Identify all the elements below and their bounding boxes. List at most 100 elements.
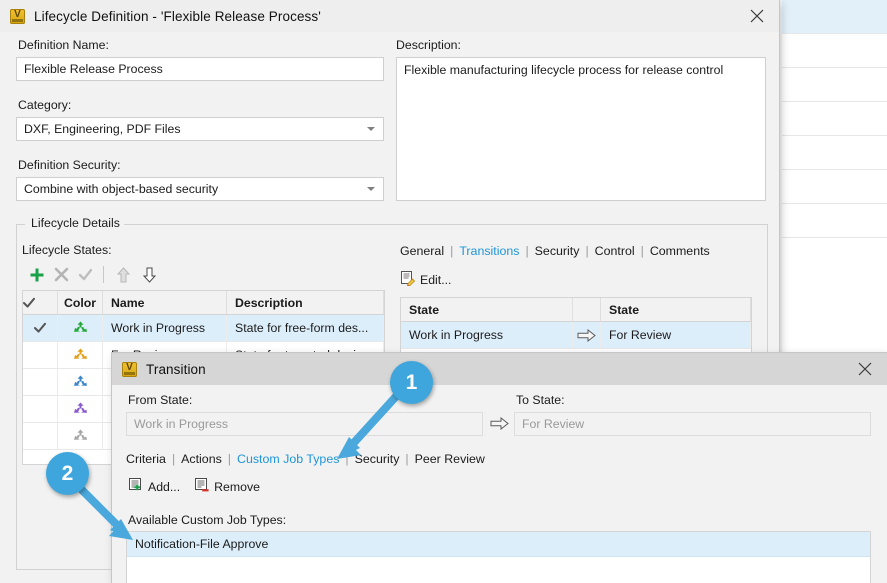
- state-color-icon: [58, 315, 103, 341]
- add-state-button[interactable]: [25, 267, 49, 283]
- chevron-down-icon: [367, 187, 375, 191]
- row-check-icon[interactable]: [23, 342, 58, 368]
- lifecycle-dialog-titlebar[interactable]: Lifecycle Definition - 'Flexible Release…: [0, 0, 779, 32]
- from-state-input[interactable]: Work in Progress: [126, 412, 483, 436]
- right-arrow-icon: [573, 322, 601, 348]
- callout-badge-1: 1: [390, 361, 433, 404]
- to-state-input[interactable]: For Review: [514, 412, 871, 436]
- lifecycle-dialog-title: Lifecycle Definition - 'Flexible Release…: [34, 8, 321, 24]
- category-label: Category:: [18, 98, 72, 112]
- transitions-table-header: State State: [401, 298, 751, 322]
- right-arrow-icon: [490, 416, 509, 433]
- callout-number: 2: [61, 461, 74, 485]
- custom-job-types-toolbar: Add... Remove: [128, 477, 274, 496]
- from-state-value: Work in Progress: [134, 417, 229, 431]
- transition-to-state: For Review: [601, 322, 751, 348]
- edit-button-label: Edit...: [420, 272, 452, 287]
- add-button-label: Add...: [148, 479, 181, 494]
- tab-actions[interactable]: Actions: [181, 452, 222, 466]
- tab-control[interactable]: Control: [595, 244, 635, 258]
- remove-custom-job-type-button[interactable]: Remove: [194, 477, 260, 496]
- state-color-icon: [58, 423, 103, 449]
- state-name: Work in Progress: [103, 315, 227, 341]
- tab-general[interactable]: General: [400, 244, 444, 258]
- tab-security[interactable]: Security: [355, 452, 400, 466]
- remove-button-label: Remove: [214, 479, 260, 494]
- add-custom-job-type-button[interactable]: Add...: [128, 477, 180, 496]
- transition-dialog-title: Transition: [146, 361, 206, 377]
- row-check-icon[interactable]: [23, 369, 58, 395]
- description-textarea[interactable]: Flexible manufacturing lifecycle process…: [396, 57, 766, 201]
- column-header-arrow: [573, 298, 601, 321]
- edit-document-icon: [400, 270, 416, 289]
- tab-separator: |: [525, 244, 529, 258]
- column-header-from-state: State: [401, 298, 573, 321]
- column-header-name: Name: [103, 291, 227, 314]
- to-state-label: To State:: [516, 393, 565, 407]
- description-label: Description:: [396, 38, 461, 52]
- add-list-icon: [128, 477, 144, 496]
- tab-separator: |: [405, 452, 409, 466]
- edit-transition-button[interactable]: Edit...: [400, 270, 451, 289]
- transition-dialog: Transition From State: Work in Progress …: [112, 353, 887, 583]
- category-value: DXF, Engineering, PDF Files: [24, 122, 181, 136]
- state-color-icon: [58, 396, 103, 422]
- from-state-label: From State:: [128, 393, 193, 407]
- tab-separator: |: [345, 452, 349, 466]
- transition-tabs: Criteria | Actions | Custom Job Types | …: [126, 452, 485, 466]
- set-default-state-button[interactable]: [73, 267, 97, 282]
- tab-separator: |: [227, 452, 232, 466]
- category-select[interactable]: DXF, Engineering, PDF Files: [16, 117, 384, 141]
- row-check-icon[interactable]: [23, 423, 58, 449]
- definition-security-select[interactable]: Combine with object-based security: [16, 177, 384, 201]
- tab-custom-job-types[interactable]: Custom Job Types: [237, 452, 339, 466]
- definition-security-label: Definition Security:: [18, 158, 121, 172]
- available-custom-job-types-list[interactable]: Notification-File Approve: [126, 531, 871, 583]
- definition-name-label: Definition Name:: [18, 38, 109, 52]
- definition-security-value: Combine with object-based security: [24, 182, 219, 196]
- lifecycle-details-title: Lifecycle Details: [27, 216, 124, 230]
- tab-separator: |: [450, 244, 454, 258]
- row-check-icon[interactable]: [23, 315, 58, 341]
- state-color-icon: [58, 369, 103, 395]
- move-state-up-button[interactable]: [110, 266, 136, 283]
- lifecycle-states-label: Lifecycle States:: [22, 243, 112, 257]
- description-value: Flexible manufacturing lifecycle process…: [404, 63, 724, 77]
- tab-peer-review[interactable]: Peer Review: [415, 452, 485, 466]
- chevron-down-icon: [367, 127, 375, 131]
- table-row[interactable]: Work in Progress For Review: [401, 322, 751, 349]
- toolbar-divider: [97, 266, 110, 283]
- list-item[interactable]: Notification-File Approve: [127, 532, 870, 557]
- custom-job-type-name: Notification-File Approve: [135, 537, 269, 551]
- callout-number: 1: [405, 370, 418, 394]
- check-icon: [23, 291, 58, 314]
- table-row[interactable]: Work in Progress State for free-form des…: [23, 315, 384, 342]
- column-header-description: Description: [227, 291, 384, 314]
- state-description: State for free-form des...: [227, 315, 384, 341]
- vault-app-icon: [10, 8, 25, 24]
- transition-from-state: Work in Progress: [401, 322, 573, 348]
- vault-app-icon: [122, 361, 137, 377]
- tab-separator: |: [640, 244, 644, 258]
- to-state-value: For Review: [522, 417, 585, 431]
- tab-transitions[interactable]: Transitions: [459, 244, 519, 258]
- definition-name-value: Flexible Release Process: [24, 62, 163, 76]
- state-color-icon: [58, 342, 103, 368]
- move-state-down-button[interactable]: [136, 267, 162, 283]
- callout-badge-2: 2: [46, 452, 89, 495]
- close-icon[interactable]: [843, 353, 887, 385]
- column-header-to-state: State: [601, 298, 751, 321]
- close-icon[interactable]: [735, 0, 779, 32]
- delete-state-button[interactable]: [49, 267, 73, 282]
- remove-list-icon: [194, 477, 210, 496]
- tab-comments[interactable]: Comments: [650, 244, 710, 258]
- states-table-header: Color Name Description: [23, 291, 384, 315]
- tab-security[interactable]: Security: [535, 244, 580, 258]
- available-custom-job-types-label: Available Custom Job Types:: [128, 513, 287, 527]
- definition-name-input[interactable]: Flexible Release Process: [16, 57, 384, 81]
- transition-dialog-titlebar[interactable]: Transition: [112, 353, 887, 385]
- tab-criteria[interactable]: Criteria: [126, 452, 166, 466]
- tab-separator: |: [585, 244, 589, 258]
- row-check-icon[interactable]: [23, 396, 58, 422]
- tab-separator: |: [171, 452, 176, 466]
